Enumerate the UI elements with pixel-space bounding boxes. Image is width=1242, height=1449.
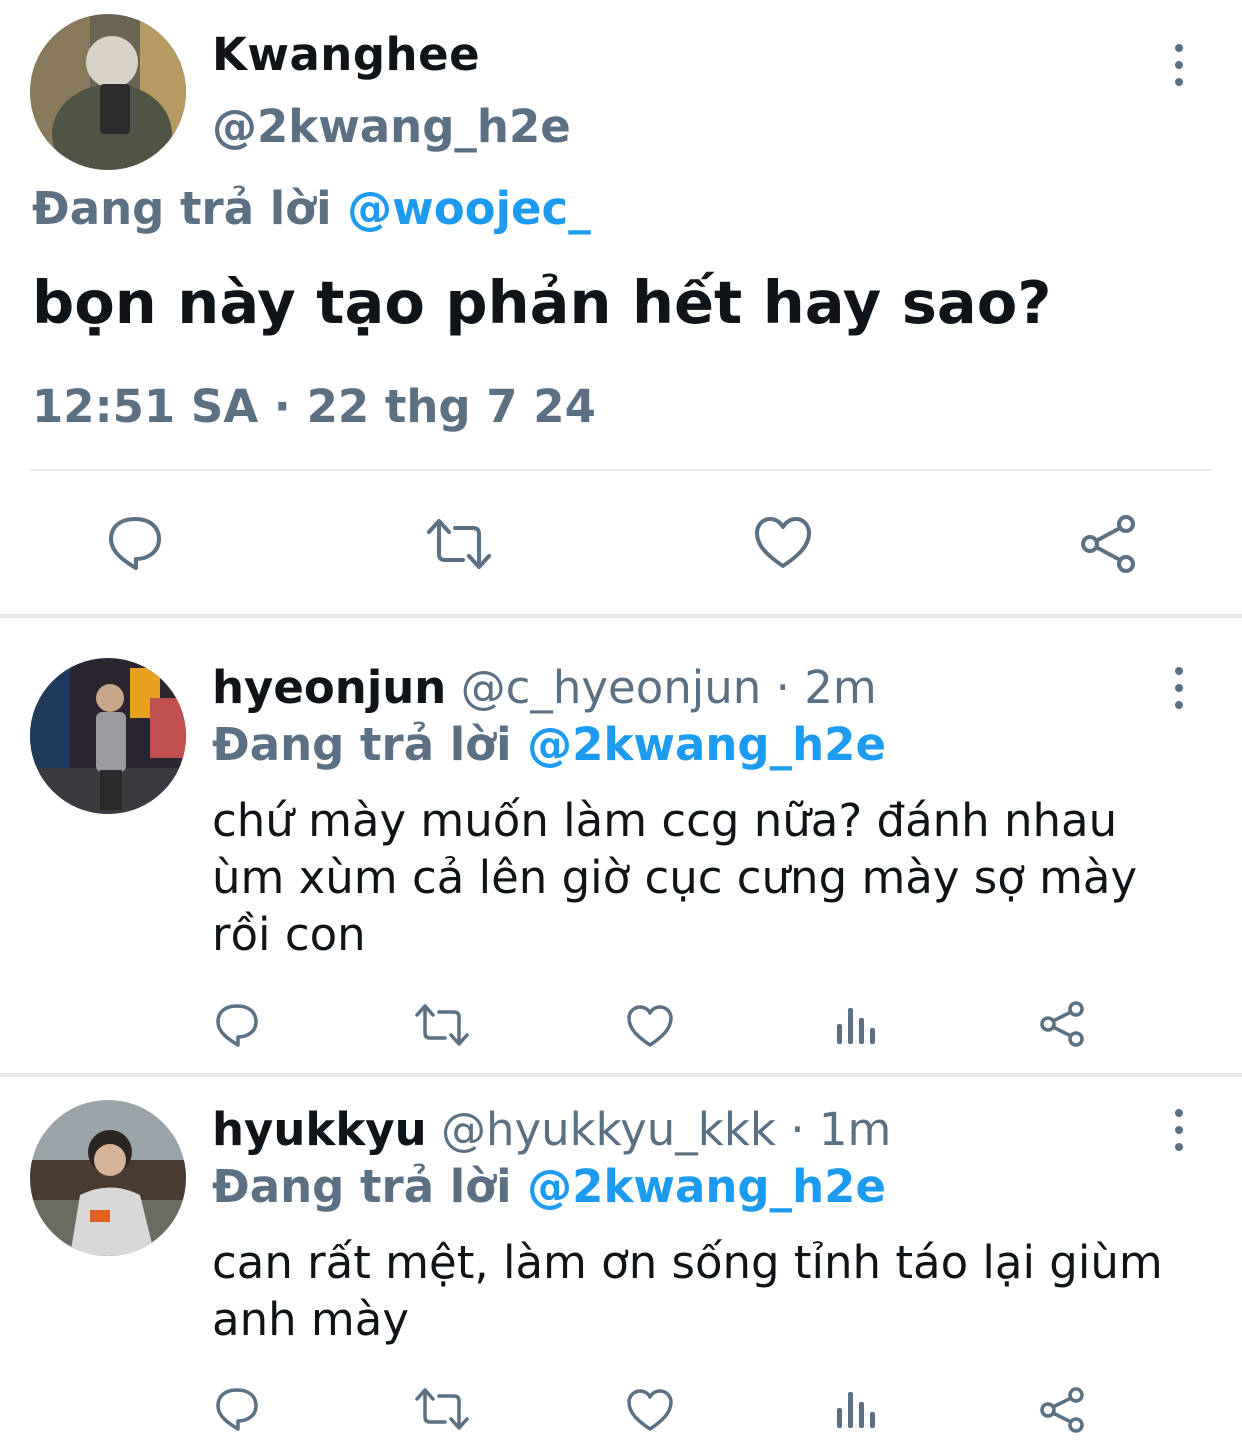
more-options-icon[interactable] bbox=[1167, 658, 1191, 718]
divider bbox=[0, 1073, 1242, 1077]
tweet-text: bọn này tạo phản hết hay sao? bbox=[32, 268, 1052, 337]
replying-label: Đang trả lời bbox=[212, 1160, 512, 1213]
share-icon[interactable] bbox=[1038, 1000, 1086, 1048]
reply-header: hyeonjun @c_hyeonjun · 2m bbox=[212, 661, 877, 714]
timestamp[interactable]: 12:51 SA · 22 thg 7 24 bbox=[32, 380, 596, 433]
replying-to-link[interactable]: @woojec_ bbox=[347, 182, 591, 235]
replying-to-line: Đang trả lời @2kwang_h2e bbox=[212, 1160, 886, 1213]
replying-to-line: Đang trả lời @woojec_ bbox=[32, 182, 591, 235]
like-icon[interactable] bbox=[626, 1004, 674, 1048]
divider bbox=[0, 614, 1242, 618]
handle[interactable]: @2kwang_h2e bbox=[212, 100, 571, 153]
display-name[interactable]: hyeonjun bbox=[212, 661, 446, 714]
handle[interactable]: @c_hyeonjun bbox=[461, 661, 762, 714]
replying-to-link[interactable]: @2kwang_h2e bbox=[527, 1160, 886, 1213]
analytics-icon[interactable] bbox=[834, 1004, 878, 1046]
like-icon[interactable] bbox=[754, 516, 812, 570]
reply-header: hyukkyu @hyukkyu_kkk · 1m bbox=[212, 1103, 891, 1156]
more-options-icon[interactable] bbox=[1167, 35, 1191, 95]
like-icon[interactable] bbox=[626, 1388, 674, 1432]
display-name[interactable]: Kwanghee bbox=[212, 28, 480, 81]
reply-icon[interactable] bbox=[214, 1386, 260, 1432]
replying-label: Đang trả lời bbox=[212, 718, 512, 771]
more-options-icon[interactable] bbox=[1167, 1100, 1191, 1160]
replying-to-link[interactable]: @2kwang_h2e bbox=[527, 718, 886, 771]
replying-to-line: Đang trả lời @2kwang_h2e bbox=[212, 718, 886, 771]
share-icon[interactable] bbox=[1038, 1386, 1086, 1434]
handle[interactable]: @hyukkyu_kkk bbox=[441, 1103, 776, 1156]
replying-label: Đang trả lời bbox=[32, 182, 332, 235]
divider bbox=[30, 469, 1212, 471]
reply-icon[interactable] bbox=[106, 514, 164, 572]
reply-text: can rất mệt, làm ơn sống tỉnh táo lại gi… bbox=[212, 1236, 1163, 1346]
retweet-icon[interactable] bbox=[414, 1002, 470, 1048]
share-icon[interactable] bbox=[1078, 514, 1138, 574]
relative-time[interactable]: · 2m bbox=[776, 661, 877, 714]
relative-time[interactable]: · 1m bbox=[790, 1103, 891, 1156]
retweet-icon[interactable] bbox=[425, 516, 493, 572]
reply-icon[interactable] bbox=[214, 1002, 260, 1048]
avatar[interactable] bbox=[30, 14, 186, 170]
reply-text: chứ mày muốn làm ccg nữa? đánh nhau ùm x… bbox=[212, 794, 1138, 961]
analytics-icon[interactable] bbox=[834, 1388, 878, 1430]
avatar[interactable] bbox=[30, 658, 186, 814]
avatar[interactable] bbox=[30, 1100, 186, 1256]
retweet-icon[interactable] bbox=[414, 1386, 470, 1432]
display-name[interactable]: hyukkyu bbox=[212, 1103, 427, 1156]
